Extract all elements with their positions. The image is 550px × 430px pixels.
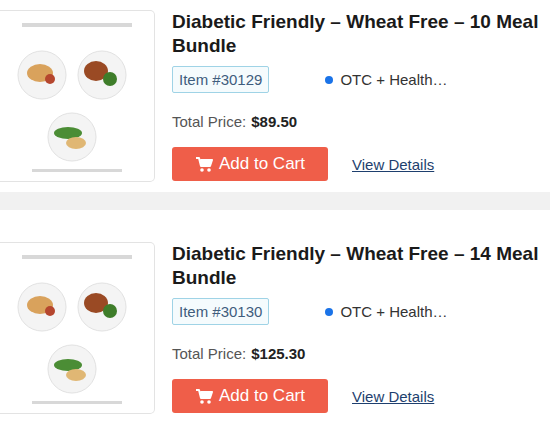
cart-icon xyxy=(195,156,213,173)
price-label: Total Price: xyxy=(172,345,246,362)
meal-plates-icon xyxy=(2,13,152,179)
category-label: OTC + Health… xyxy=(340,71,447,88)
add-to-cart-button[interactable]: Add to Cart xyxy=(172,147,328,181)
cart-icon xyxy=(195,388,213,405)
actions-row: Add to Cart View Details xyxy=(172,147,546,181)
view-details-link[interactable]: View Details xyxy=(352,388,434,405)
view-details-link[interactable]: View Details xyxy=(352,156,434,173)
item-badge: Item #30130 xyxy=(172,298,269,325)
item-badge: Item #30129 xyxy=(172,66,269,93)
price-row: Total Price: $125.30 xyxy=(172,345,546,362)
product-title[interactable]: Diabetic Friendly – Wheat Free – 10 Meal… xyxy=(172,10,546,58)
meta-row: Item #30129 OTC + Health… xyxy=(172,66,546,93)
actions-row: Add to Cart View Details xyxy=(172,379,546,413)
price-value: $89.50 xyxy=(251,113,297,130)
category: OTC + Health… xyxy=(325,303,447,320)
price-value: $125.30 xyxy=(251,345,305,362)
add-to-cart-label: Add to Cart xyxy=(219,386,305,406)
price-label: Total Price: xyxy=(172,113,246,130)
product-title[interactable]: Diabetic Friendly – Wheat Free – 14 Meal… xyxy=(172,242,546,290)
price-row: Total Price: $89.50 xyxy=(172,113,546,130)
product-info: Diabetic Friendly – Wheat Free – 10 Meal… xyxy=(172,10,546,181)
product-info: Diabetic Friendly – Wheat Free – 14 Meal… xyxy=(172,242,546,413)
add-to-cart-button[interactable]: Add to Cart xyxy=(172,379,328,413)
product-card: Diabetic Friendly – Wheat Free – 10 Meal… xyxy=(0,0,550,192)
category-dot-icon xyxy=(325,76,333,84)
product-image[interactable] xyxy=(0,242,155,414)
separator xyxy=(0,192,550,210)
meta-row: Item #30130 OTC + Health… xyxy=(172,298,546,325)
category: OTC + Health… xyxy=(325,71,447,88)
product-image[interactable] xyxy=(0,10,155,182)
product-card: Diabetic Friendly – Wheat Free – 14 Meal… xyxy=(0,210,550,424)
meal-plates-icon xyxy=(2,245,152,411)
add-to-cart-label: Add to Cart xyxy=(219,154,305,174)
product-list: Diabetic Friendly – Wheat Free – 10 Meal… xyxy=(0,0,550,430)
category-dot-icon xyxy=(325,308,333,316)
category-label: OTC + Health… xyxy=(340,303,447,320)
